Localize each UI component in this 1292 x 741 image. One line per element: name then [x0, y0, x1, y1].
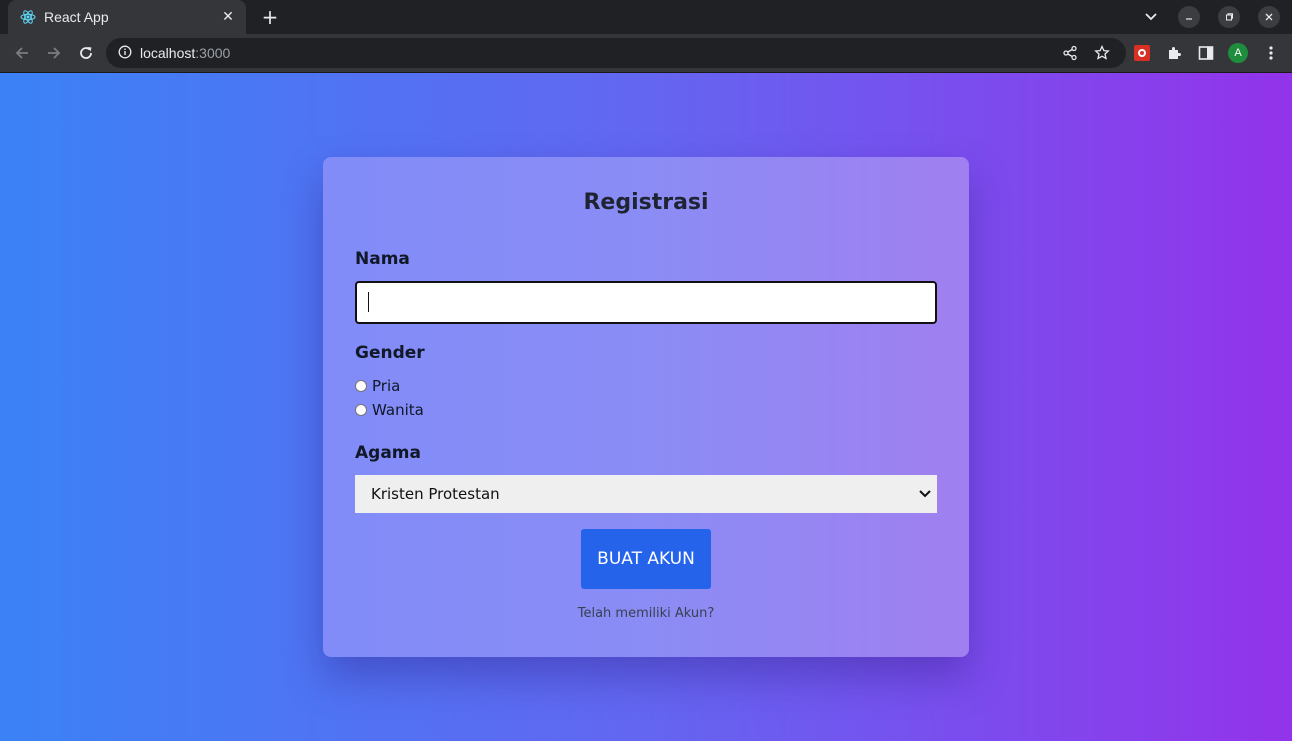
extensions-puzzle-icon[interactable]: [1163, 42, 1185, 64]
tab-title: React App: [44, 9, 109, 25]
new-tab-plus-icon[interactable]: +: [260, 5, 280, 29]
radio-label-pria: Pria: [372, 377, 401, 395]
name-input[interactable]: [355, 281, 937, 324]
gender-option-pria[interactable]: Pria: [355, 377, 400, 395]
chevron-down-icon: [919, 488, 931, 500]
side-panel-icon[interactable]: [1195, 42, 1217, 64]
tab-strip: React App ✕ +: [0, 0, 1292, 34]
tab-search-chevron-icon[interactable]: [1140, 6, 1162, 28]
profile-avatar[interactable]: A: [1228, 43, 1248, 63]
extension-icon[interactable]: [1131, 42, 1153, 64]
react-logo-icon: [20, 9, 36, 25]
page-viewport: Registrasi Nama Gender Pria Wanita Agama…: [0, 73, 1292, 741]
tab-react-app[interactable]: React App ✕: [8, 0, 246, 34]
agama-label: Agama: [355, 443, 421, 463]
gender-label: Gender: [355, 343, 425, 363]
buat-akun-button[interactable]: BUAT AKUN: [581, 529, 711, 589]
close-window-icon[interactable]: [1258, 6, 1280, 28]
reload-icon[interactable]: [75, 42, 97, 64]
bookmark-star-icon[interactable]: [1091, 42, 1113, 64]
registration-card: Registrasi Nama Gender Pria Wanita Agama…: [323, 157, 969, 657]
back-arrow-icon[interactable]: [11, 42, 33, 64]
url-host: localhost: [140, 45, 196, 61]
agama-selected-value: Kristen Protestan: [371, 485, 500, 503]
radio-button-pria[interactable]: [355, 380, 367, 392]
restore-icon[interactable]: [1218, 6, 1240, 28]
menu-kebab-icon[interactable]: [1260, 42, 1282, 64]
agama-select[interactable]: Kristen Protestan: [355, 475, 937, 513]
minimize-icon[interactable]: [1178, 6, 1200, 28]
page-title: Registrasi: [583, 190, 709, 215]
tab-close-icon[interactable]: ✕: [220, 9, 236, 25]
site-info-icon[interactable]: [118, 44, 132, 63]
login-link[interactable]: Telah memiliki Akun?: [323, 606, 969, 621]
browser-toolbar: localhost:3000 A: [0, 34, 1292, 73]
radio-label-wanita: Wanita: [372, 401, 424, 419]
gender-option-wanita[interactable]: Wanita: [355, 401, 424, 419]
share-icon[interactable]: [1059, 42, 1081, 64]
text-caret: [368, 292, 369, 312]
url-port: :3000: [195, 45, 231, 61]
radio-button-wanita[interactable]: [355, 404, 367, 416]
name-label: Nama: [355, 249, 410, 269]
forward-arrow-icon[interactable]: [43, 42, 65, 64]
address-bar[interactable]: localhost:3000: [106, 38, 1126, 68]
